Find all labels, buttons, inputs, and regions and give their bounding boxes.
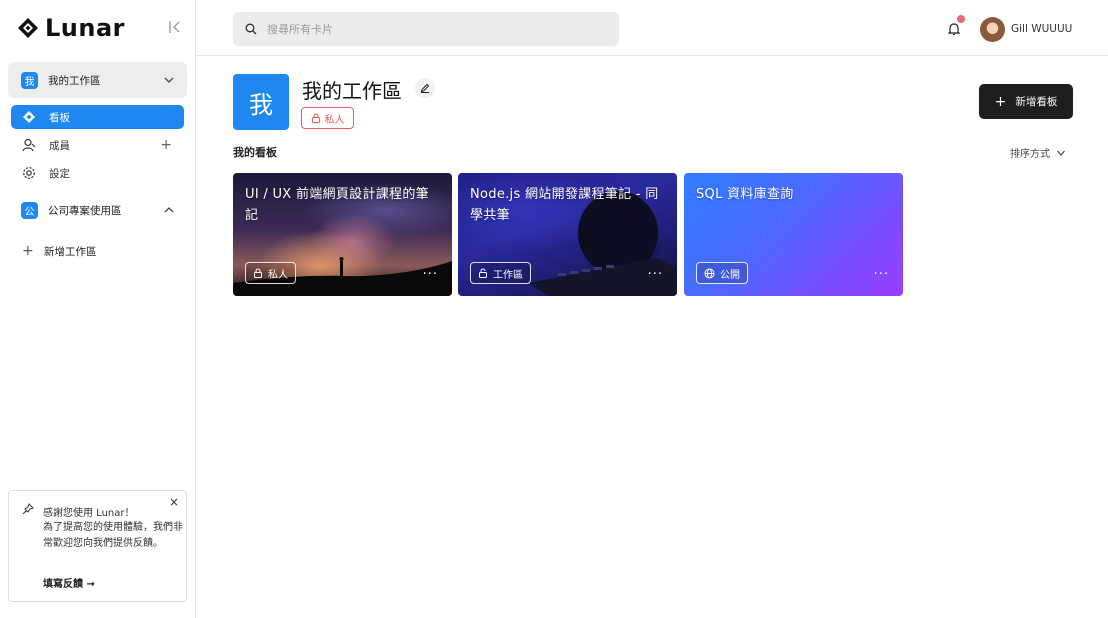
sidebar-item-members[interactable]: 成員 + xyxy=(11,133,184,157)
edit-title-button[interactable] xyxy=(415,78,435,98)
pin-icon xyxy=(22,503,34,515)
logo-text: Lunar xyxy=(45,14,125,42)
more-icon[interactable]: ··· xyxy=(648,267,663,282)
search-bar[interactable] xyxy=(233,12,619,46)
workspace-badge: 公 xyxy=(21,201,38,219)
section-title: 我的看板 xyxy=(233,146,277,159)
collapse-sidebar-icon[interactable] xyxy=(166,19,182,35)
members-icon xyxy=(22,138,36,152)
add-member-icon[interactable]: + xyxy=(160,137,172,153)
board-visibility-tag: 公開 xyxy=(696,262,748,284)
add-board-button[interactable]: + 新增看板 xyxy=(979,84,1073,119)
board-title: UI / UX 前端網頁設計課程的筆記 xyxy=(245,187,429,223)
new-workspace-button[interactable]: + 新增工作區 xyxy=(22,243,97,259)
search-icon xyxy=(245,23,257,35)
plus-icon: + xyxy=(994,93,1007,110)
search-input[interactable] xyxy=(267,22,597,36)
lunar-logo-icon xyxy=(18,18,38,38)
feedback-body: 為了提高您的使用體驗，我們非常歡迎您向我們提供反饋。 xyxy=(43,522,183,549)
board-card[interactable]: SQL 資料庫查詢 公開 ··· xyxy=(684,173,903,296)
tag-label: 工作區 xyxy=(493,269,523,281)
globe-icon xyxy=(704,268,715,278)
lock-icon xyxy=(311,113,320,123)
plus-icon: + xyxy=(22,243,34,259)
workspace-badge: 我 xyxy=(21,71,38,89)
page-title: 我的工作區 xyxy=(302,79,402,103)
board-icon xyxy=(22,110,36,124)
user-name[interactable]: Gill WUUUU xyxy=(1011,23,1072,35)
tag-label: 私人 xyxy=(268,269,288,281)
chevron-down-icon xyxy=(1057,150,1065,156)
sidebar-item-boards[interactable]: 看板 xyxy=(11,105,184,129)
sidebar-item-label: 設定 xyxy=(49,167,70,180)
gear-icon xyxy=(22,166,36,180)
sidebar-item-settings[interactable]: 設定 xyxy=(11,161,184,185)
feedback-link[interactable]: 填寫反饋 → xyxy=(43,575,95,590)
lock-icon xyxy=(254,268,262,278)
board-visibility-tag: 工作區 xyxy=(470,262,531,284)
topbar: Gill WUUUU xyxy=(196,0,1108,56)
privacy-label: 私人 xyxy=(324,114,345,126)
close-icon[interactable]: × xyxy=(169,495,179,509)
logo[interactable]: Lunar xyxy=(17,14,125,42)
board-title: SQL 資料庫查詢 xyxy=(696,187,794,202)
sidebar-item-label: 看板 xyxy=(49,111,70,124)
workspace-name: 公司專案使用區 xyxy=(48,204,122,217)
more-icon[interactable]: ··· xyxy=(874,267,889,282)
sort-dropdown[interactable]: 排序方式 xyxy=(1010,145,1066,160)
privacy-badge: 私人 xyxy=(301,107,354,129)
sidebar-item-label: 成員 xyxy=(49,139,70,152)
chevron-up-icon xyxy=(164,207,174,213)
board-card[interactable]: UI / UX 前端網頁設計課程的筆記 私人 ··· xyxy=(233,173,452,296)
chevron-down-icon xyxy=(164,77,174,83)
bell-icon xyxy=(948,23,960,36)
board-card[interactable]: Node.js 網站開發課程筆記 - 同學共筆 工作區 ··· xyxy=(458,173,677,296)
workspace-name: 我的工作區 xyxy=(48,74,101,87)
notification-button[interactable] xyxy=(943,15,965,42)
notification-dot xyxy=(957,15,965,23)
sidebar: Lunar 我 我的工作區 看板 成員 + 設定 公 公司專案使用區 + 新增工… xyxy=(0,0,196,618)
new-workspace-label: 新增工作區 xyxy=(44,245,97,258)
workspace-company[interactable]: 公 公司專案使用區 xyxy=(8,198,187,222)
board-title: Node.js 網站開發課程筆記 - 同學共筆 xyxy=(470,187,659,223)
feedback-title: 感謝您使用 Lunar！ xyxy=(43,508,135,519)
pencil-icon xyxy=(420,83,430,93)
tag-label: 公開 xyxy=(720,269,740,281)
workspace-avatar: 我 xyxy=(233,74,289,130)
more-icon[interactable]: ··· xyxy=(423,267,438,282)
board-visibility-tag: 私人 xyxy=(245,262,296,284)
avatar[interactable] xyxy=(980,17,1005,42)
add-board-label: 新增看板 xyxy=(1015,96,1058,108)
sort-label: 排序方式 xyxy=(1010,149,1050,160)
unlock-icon xyxy=(479,268,487,278)
feedback-card: × 感謝您使用 Lunar！ 為了提高您的使用體驗，我們非常歡迎您向我們提供反饋… xyxy=(8,490,187,602)
workspace-selector[interactable]: 我 我的工作區 xyxy=(8,62,187,98)
